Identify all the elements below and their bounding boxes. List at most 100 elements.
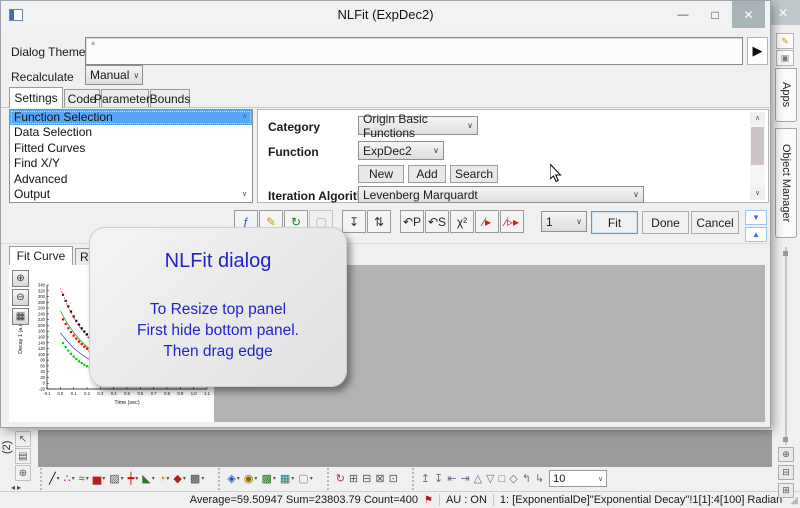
- new-button[interactable]: New: [358, 165, 404, 183]
- scatter-plot-icon[interactable]: ∴ ▾: [63, 470, 76, 488]
- init-params-icon[interactable]: ⇅: [367, 210, 391, 233]
- add-button[interactable]: Add: [408, 165, 446, 183]
- stock-plot-icon[interactable]: ◆ ▾: [172, 470, 186, 488]
- cancel-button[interactable]: Cancel: [691, 211, 739, 234]
- chevron-down-icon[interactable]: ▾: [57, 470, 60, 488]
- settings-item-find-x-y[interactable]: Find X/Y: [10, 156, 252, 171]
- one-iteration-icon[interactable]: ∕▸: [475, 210, 499, 233]
- chi-sqr-icon[interactable]: χ²: [450, 210, 474, 233]
- box-chart-icon[interactable]: ┿ ▾: [127, 470, 140, 488]
- minimize-button[interactable]: —: [669, 1, 697, 28]
- revert-s-icon[interactable]: ↶S: [425, 210, 449, 233]
- scrollbar-thumb[interactable]: [751, 127, 764, 165]
- settings-item-fitted-curves[interactable]: Fitted Curves: [10, 141, 252, 156]
- add-layer-icon[interactable]: ⊞: [348, 470, 359, 488]
- contour-plot-icon[interactable]: ▩ ▾: [260, 470, 276, 488]
- image-plot-icon[interactable]: ▦ ▾: [279, 470, 295, 488]
- front-object-icon[interactable]: ↥: [420, 470, 431, 488]
- extract-layer-icon[interactable]: ⊠: [374, 470, 385, 488]
- align-left-icon[interactable]: ⇤: [446, 470, 457, 488]
- side-panel-icon[interactable]: ▣: [776, 50, 794, 66]
- 3d-colormap-plot-icon[interactable]: ◉ ▾: [243, 470, 259, 488]
- function-combo[interactable]: ExpDec2 ∨: [358, 141, 444, 160]
- chevron-down-icon[interactable]: ▾: [102, 470, 105, 488]
- chevron-down-icon[interactable]: ▾: [152, 470, 155, 488]
- tab-parameters[interactable]: Parameters: [94, 89, 156, 108]
- rescale-graph-icon[interactable]: ↻: [335, 470, 346, 488]
- settings-item-function-selection[interactable]: Function Selection: [10, 110, 252, 126]
- fit-button[interactable]: Fit: [591, 211, 638, 234]
- pointer-tool-icon[interactable]: ↖: [15, 431, 31, 447]
- collapse-dialog-button[interactable]: ▼: [745, 210, 767, 225]
- revert-p-icon[interactable]: ↶P: [400, 210, 424, 233]
- layer-arrange-icon[interactable]: ⊡: [388, 470, 399, 488]
- area-plot-icon[interactable]: ◣ ▾: [141, 470, 155, 488]
- merge-graphs-icon[interactable]: ⊟: [361, 470, 372, 488]
- dialog-theme-input[interactable]: *: [85, 37, 743, 65]
- column-plot-icon[interactable]: ▅ ▾: [92, 470, 106, 488]
- side-edit-icon[interactable]: ✎: [776, 33, 794, 49]
- dock-collapse-icon[interactable]: ⊟: [778, 465, 794, 480]
- 3d-plot-icon[interactable]: ▩ ▾: [189, 470, 205, 488]
- zoom-out-icon[interactable]: ⊖: [12, 289, 29, 306]
- settings-item-output[interactable]: Output: [10, 187, 252, 202]
- iterations-count-combo[interactable]: 1 ∨: [541, 211, 587, 232]
- done-button[interactable]: Done: [642, 211, 689, 234]
- chevron-down-icon[interactable]: ▾: [201, 470, 204, 488]
- template-plot-icon[interactable]: ▨ ▾: [108, 470, 124, 488]
- rescale-axes-icon[interactable]: ▦: [12, 308, 29, 325]
- chevron-down-icon[interactable]: ▾: [237, 470, 240, 488]
- theme-flyout-button[interactable]: ▶: [747, 37, 768, 65]
- maximize-button[interactable]: □: [701, 1, 729, 28]
- list-scroll-down[interactable]: ∨: [238, 189, 251, 201]
- search-button[interactable]: Search: [450, 165, 498, 183]
- chevron-down-icon[interactable]: ▾: [121, 470, 124, 488]
- expand-dialog-button[interactable]: ▲: [745, 227, 767, 242]
- panel-scrollbar[interactable]: ∧ ∨: [750, 112, 765, 200]
- n-iterations-icon[interactable]: ∕▹▸: [500, 210, 524, 233]
- align-bottom-icon[interactable]: ▽: [485, 470, 495, 488]
- chevron-down-icon[interactable]: ▾: [254, 470, 257, 488]
- side-tab-apps[interactable]: Apps: [775, 68, 797, 122]
- chevron-down-icon[interactable]: ▾: [72, 470, 75, 488]
- ungroup-objects-icon[interactable]: ◇: [508, 470, 518, 488]
- chevron-down-icon[interactable]: ▾: [135, 470, 138, 488]
- chevron-down-icon[interactable]: ▾: [291, 470, 294, 488]
- line-plot-icon[interactable]: ╱ ▾: [48, 470, 61, 488]
- tab-fit-curve[interactable]: Fit Curve: [9, 246, 73, 265]
- chevron-down-icon[interactable]: ▾: [166, 470, 169, 488]
- dialog-titlebar[interactable]: NLFit (ExpDec2) — □ ✕: [1, 1, 770, 30]
- side-tab-object-manager[interactable]: Object Manager: [775, 128, 797, 238]
- tab-settings[interactable]: Settings: [9, 87, 63, 108]
- scroll-down-icon[interactable]: ∨: [750, 187, 765, 200]
- scroll-up-icon[interactable]: ∧: [750, 112, 765, 125]
- chevron-down-icon[interactable]: ▾: [86, 470, 89, 488]
- settings-item-data-selection[interactable]: Data Selection: [10, 125, 252, 140]
- object-zoom-combo[interactable]: 10 ∨: [549, 470, 608, 487]
- zoom-tool-icon[interactable]: ⊕: [15, 465, 31, 481]
- rotate-right-icon[interactable]: ↳: [534, 470, 545, 488]
- dock-zoom-icon[interactable]: ⊕: [778, 447, 794, 462]
- recalculate-combo[interactable]: Manual ∨: [85, 65, 143, 85]
- close-button[interactable]: ✕: [732, 1, 765, 28]
- 3d-surface-plot-icon[interactable]: ◈ ▾: [226, 470, 240, 488]
- back-object-icon[interactable]: ↧: [433, 470, 444, 488]
- category-combo[interactable]: Origin Basic Functions ∨: [358, 112, 478, 140]
- iteration-algorithm-combo[interactable]: Levenberg Marquardt ∨: [358, 186, 644, 203]
- chevron-down-icon[interactable]: ▾: [310, 470, 313, 488]
- dock-expand-icon[interactable]: ⊞: [778, 483, 794, 498]
- list-scroll-up[interactable]: ∧: [238, 111, 251, 123]
- rotate-left-icon[interactable]: ↰: [521, 470, 532, 488]
- chevron-down-icon[interactable]: ▾: [183, 470, 186, 488]
- dock-splitter[interactable]: [785, 247, 787, 445]
- line-symbol-plot-icon[interactable]: ≈ ▾: [78, 470, 90, 488]
- align-top-icon[interactable]: △: [473, 470, 483, 488]
- pie-chart-icon[interactable]: ◔ ▾: [158, 470, 171, 488]
- sort-params-icon[interactable]: ↧: [342, 210, 366, 233]
- group-objects-icon[interactable]: □: [498, 470, 507, 488]
- chevron-down-icon[interactable]: ▾: [273, 470, 276, 488]
- align-right-icon[interactable]: ⇥: [459, 470, 470, 488]
- blank-template-icon[interactable]: ▢ ▾: [297, 470, 313, 488]
- tab-bounds[interactable]: Bounds: [150, 89, 190, 108]
- zoom-in-icon[interactable]: ⊕: [12, 270, 29, 287]
